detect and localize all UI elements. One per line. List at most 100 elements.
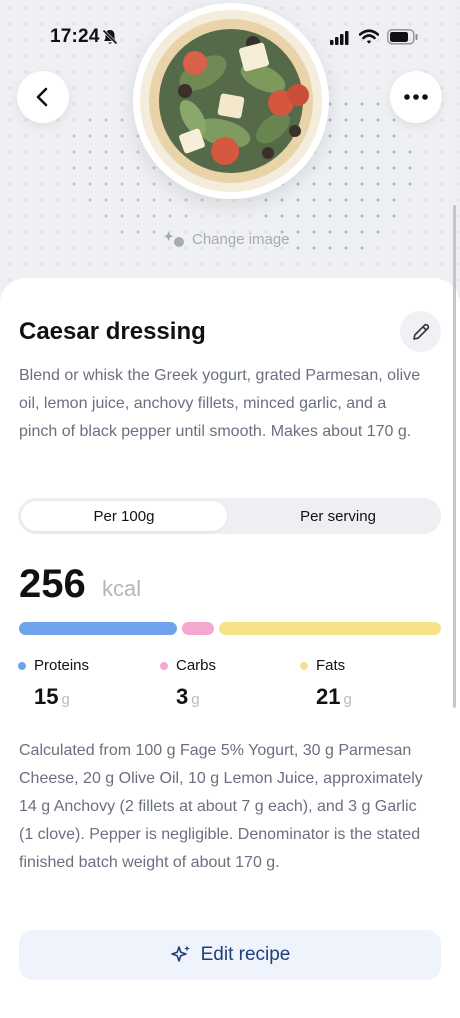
macro-value: 3g <box>176 684 200 709</box>
pattern-dot <box>120 70 124 74</box>
recipe-image[interactable] <box>133 3 329 199</box>
edit-recipe-button[interactable]: Edit recipe <box>19 930 441 980</box>
wifi-icon <box>358 29 380 50</box>
pattern-dot <box>312 262 316 266</box>
pattern-dot <box>360 166 364 170</box>
more-options-button[interactable] <box>390 71 442 123</box>
macro-distribution-bar <box>19 622 441 635</box>
back-button[interactable] <box>17 71 69 123</box>
recipe-title: Caesar dressing <box>19 318 206 345</box>
pattern-dot <box>424 182 428 186</box>
pattern-dot <box>72 182 76 186</box>
pattern-dot <box>376 230 380 234</box>
pattern-dot <box>88 118 92 122</box>
pattern-dot <box>8 134 12 138</box>
pattern-dot <box>424 230 428 234</box>
pattern-dot <box>88 262 92 266</box>
scrollbar-thumb[interactable] <box>453 205 456 708</box>
pattern-dot <box>24 182 28 186</box>
pattern-dot <box>424 198 428 202</box>
pattern-dot <box>360 262 364 266</box>
pattern-dot <box>152 246 156 250</box>
pattern-dot <box>72 166 76 170</box>
pattern-dot <box>344 86 348 90</box>
change-image-button[interactable]: Change image <box>164 230 290 248</box>
pattern-dot <box>424 246 428 250</box>
pattern-dot <box>136 198 140 202</box>
pattern-dot <box>344 246 348 250</box>
pattern-dot <box>408 150 412 154</box>
pattern-dot <box>8 70 12 74</box>
pattern-dot <box>104 198 108 202</box>
pattern-dot <box>456 134 460 138</box>
pattern-dot <box>104 182 108 186</box>
pattern-dot <box>456 182 460 186</box>
toggle-per-100g[interactable]: Per 100g <box>21 501 227 531</box>
fats-color-dot <box>300 662 308 670</box>
pattern-dot <box>344 134 348 138</box>
pattern-dot <box>392 214 396 218</box>
pattern-dot <box>328 166 332 170</box>
carbs-bar-segment <box>182 622 215 635</box>
pattern-dot <box>440 134 444 138</box>
toggle-per-serving[interactable]: Per serving <box>235 501 441 531</box>
pattern-dot <box>8 86 12 90</box>
pattern-dot <box>120 150 124 154</box>
pattern-dot <box>40 246 44 250</box>
pattern-dot <box>360 198 364 202</box>
pattern-dot <box>72 70 76 74</box>
pattern-dot <box>392 246 396 250</box>
pattern-dot <box>200 214 204 218</box>
pattern-dot <box>312 166 316 170</box>
pattern-dot <box>360 214 364 218</box>
bell-muted-icon <box>101 28 119 51</box>
protein-bar-segment <box>19 622 178 635</box>
pattern-dot <box>168 214 172 218</box>
pattern-dot <box>280 262 284 266</box>
pattern-dot <box>120 182 124 186</box>
pattern-dot <box>376 246 380 250</box>
pattern-dot <box>24 262 28 266</box>
macro-value: 21 g <box>316 684 352 709</box>
pattern-dot <box>328 86 332 90</box>
pattern-dot <box>152 166 156 170</box>
pattern-dot <box>280 214 284 218</box>
recipe-description: Blend or whisk the Greek yogurt, grated … <box>19 367 421 440</box>
pattern-dot <box>104 70 108 74</box>
pattern-dot <box>8 102 12 106</box>
pattern-dot <box>360 182 364 186</box>
pattern-dot <box>120 102 124 106</box>
edit-title-button[interactable] <box>400 311 441 352</box>
pattern-dot <box>392 70 396 74</box>
pattern-dot <box>440 182 444 186</box>
pattern-dot <box>344 70 348 74</box>
pattern-dot <box>104 230 108 234</box>
pattern-dot <box>184 262 188 266</box>
sparkle-icon <box>170 945 190 962</box>
pattern-dot <box>104 86 108 90</box>
pattern-dot <box>392 150 396 154</box>
pattern-dot <box>40 166 44 170</box>
pattern-dot <box>24 198 28 202</box>
pattern-dot <box>8 182 12 186</box>
pattern-dot <box>456 86 460 90</box>
pattern-dot <box>376 182 380 186</box>
pattern-dot <box>440 246 444 250</box>
macro-label: Carbs <box>176 657 217 674</box>
pattern-dot <box>152 182 156 186</box>
pattern-dot <box>408 262 412 266</box>
pattern-dot <box>328 150 332 154</box>
pattern-dot <box>136 262 140 266</box>
pattern-dot <box>392 182 396 186</box>
pattern-dot <box>168 198 172 202</box>
pattern-dot <box>216 198 220 202</box>
macro-value: 15 g <box>34 684 70 709</box>
macro-label: Fats <box>316 657 346 674</box>
pattern-dot <box>8 150 12 154</box>
pattern-dot <box>312 214 316 218</box>
pattern-dot <box>88 182 92 186</box>
pattern-dot <box>344 214 348 218</box>
carbs-color-dot <box>160 662 168 670</box>
pattern-dot <box>408 134 412 138</box>
change-image-label: Change image <box>192 230 290 248</box>
